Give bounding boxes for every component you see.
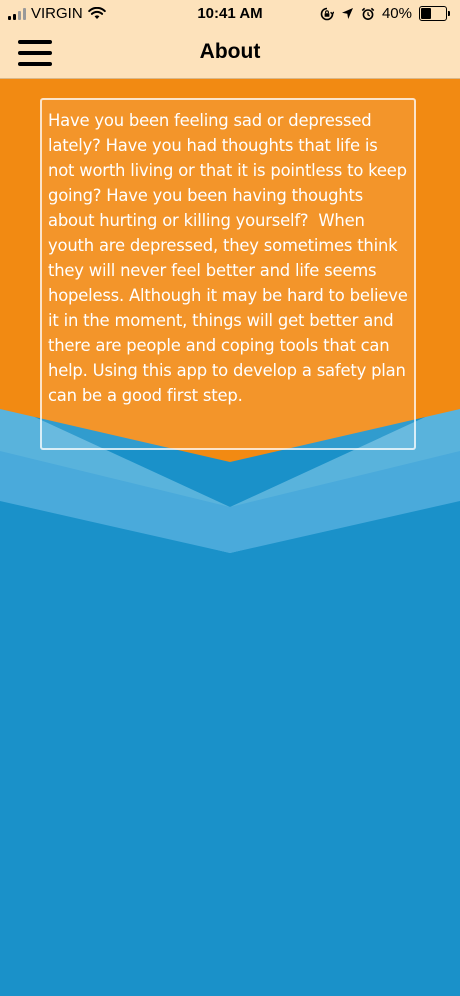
battery-icon bbox=[419, 6, 450, 21]
nav-bar: About bbox=[0, 28, 460, 79]
about-text: Have you been feeling sad or depressed l… bbox=[48, 111, 413, 405]
status-bar: VIRGIN 10:41 AM 40% bbox=[0, 0, 460, 28]
page-title: About bbox=[199, 40, 261, 63]
alarm-icon bbox=[361, 7, 375, 20]
location-icon bbox=[341, 8, 353, 19]
battery-fill bbox=[421, 8, 431, 19]
rotation-lock-icon bbox=[320, 7, 334, 20]
battery-percent: 40% bbox=[381, 5, 412, 22]
status-right: 40% bbox=[320, 5, 450, 22]
about-text-box: Have you been feeling sad or depressed l… bbox=[40, 98, 416, 450]
